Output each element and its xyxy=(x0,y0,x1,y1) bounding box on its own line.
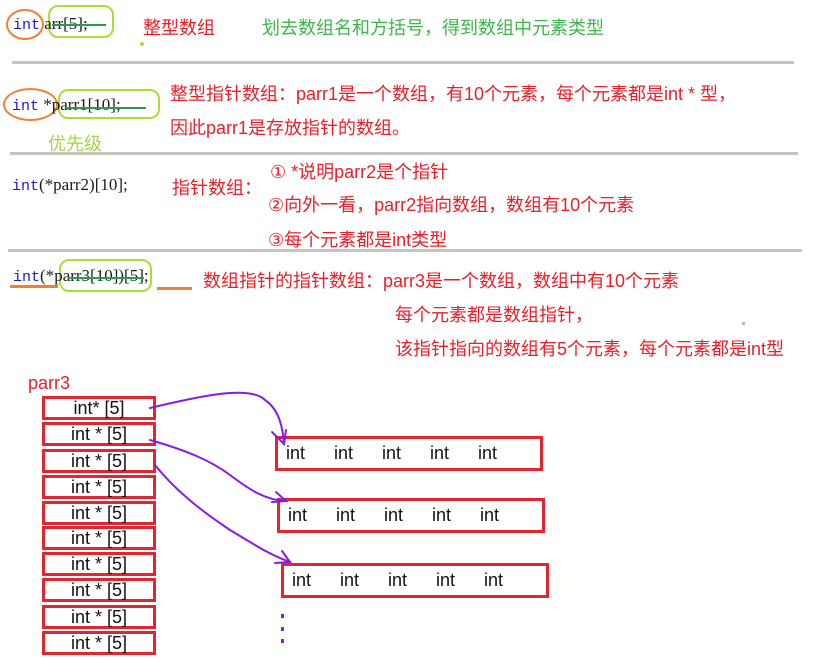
int-element: int xyxy=(388,570,408,590)
pointer-array-cell: int * [5] xyxy=(42,552,156,576)
label-int-array: 整型数组 xyxy=(143,18,215,38)
int-array-box: int int int int int xyxy=(275,436,543,471)
label-pointer-array: 指针数组： xyxy=(172,178,262,198)
int-element: int xyxy=(430,443,450,463)
pointer-array-cell: int * [5] xyxy=(42,449,156,473)
code-identifier: (*parr2)[10]; xyxy=(39,175,128,194)
pointer-array-cell: int* [5] xyxy=(42,396,156,420)
desc-line-2: 每个元素都是数组指针， xyxy=(395,305,593,325)
pointer-array-cell: int * [5] xyxy=(42,422,156,446)
desc-line-3: 该指针指向的数组有5个元素，每个元素都是int型 xyxy=(395,339,785,359)
int-element: int xyxy=(340,570,360,590)
underline-dimension xyxy=(157,287,192,290)
code-close: )[5]; xyxy=(118,266,149,285)
code-parr1: int *parr1[10]; xyxy=(12,95,121,115)
separator xyxy=(10,152,798,155)
int-element: int xyxy=(292,570,312,590)
desc-line-1: 整型指针数组：parr1是一个数组，有10个元素，每个元素都是int * 型， xyxy=(170,84,737,104)
desc-line-2: 因此parr1是存放指针的数组。 xyxy=(170,118,411,138)
arrow-1 xyxy=(149,391,285,445)
dot-marker xyxy=(742,322,745,325)
int-array-box: int int int int int xyxy=(277,498,545,533)
code-identifier: parr3[10] xyxy=(54,266,119,285)
code-parr3: int(*parr3[10])[5]; xyxy=(13,266,149,286)
pointer-array-cell: int * [5] xyxy=(42,501,156,525)
strike-line xyxy=(52,24,106,26)
strike-arrow-line xyxy=(68,277,144,279)
code-parr2: int(*parr2)[10]; xyxy=(12,175,128,195)
arrow-3-head xyxy=(274,550,292,564)
pointer-array-cell: int * [5] xyxy=(42,475,156,499)
arrow-3 xyxy=(154,464,291,563)
separator xyxy=(8,249,802,252)
separator xyxy=(12,61,794,64)
arrow-2 xyxy=(149,439,287,502)
int-element: int xyxy=(436,570,456,590)
int-element: int xyxy=(484,570,504,590)
dot-marker xyxy=(140,42,144,46)
hint-element-type: 划去数组名和方括号，得到数组中元素类型 xyxy=(262,18,604,38)
int-element: int xyxy=(432,505,452,525)
code-keyword: int xyxy=(12,178,40,195)
int-element: int xyxy=(480,505,500,525)
code-keyword: int xyxy=(13,269,41,286)
step-2: ②向外一看，parr2指向数组，数组有10个元素 xyxy=(268,195,635,215)
pointer-array-cell: int * [5] xyxy=(42,526,156,550)
pointer-array-cell: int * [5] xyxy=(42,578,156,602)
int-array-box: int int int int int xyxy=(281,563,549,598)
code-keyword: int xyxy=(13,17,41,34)
code-keyword: int xyxy=(12,98,40,115)
pointer-array-cell: int * [5] xyxy=(42,605,156,629)
int-element: int xyxy=(384,505,404,525)
desc-line-1: 数组指针的指针数组：parr3是一个数组，数组中有10个元素 xyxy=(203,271,680,291)
pointer-array-cell: int * [5] xyxy=(42,631,156,655)
array-name-label: parr3 xyxy=(28,373,71,393)
step-1: ① *说明parr2是个指针 xyxy=(270,162,449,182)
int-element: int xyxy=(288,505,308,525)
int-element: int xyxy=(334,443,354,463)
int-element: int xyxy=(382,443,402,463)
underline-type xyxy=(10,285,58,288)
ellipsis-dots xyxy=(281,614,284,643)
code-star: * xyxy=(39,95,52,114)
code-open: (* xyxy=(40,266,55,285)
int-element: int xyxy=(336,505,356,525)
int-element: int xyxy=(478,443,498,463)
strike-line xyxy=(66,107,146,109)
int-element: int xyxy=(286,443,306,463)
code-semicolon: ; xyxy=(115,95,121,114)
code-identifier: parr1[10] xyxy=(51,95,116,114)
